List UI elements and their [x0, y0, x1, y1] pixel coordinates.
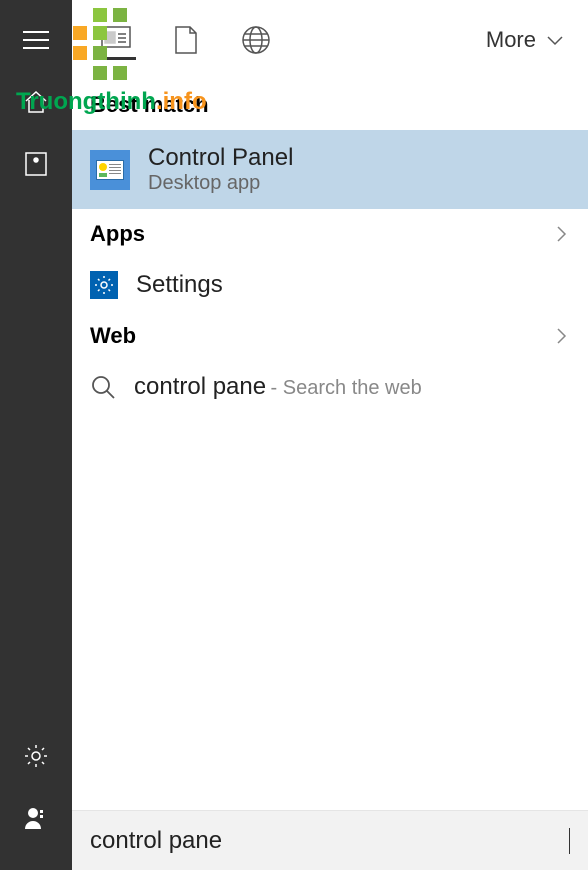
chevron-down-icon: [546, 31, 564, 49]
web-header-label: Web: [90, 323, 136, 349]
apps-header-label: Apps: [90, 221, 145, 247]
user-icon[interactable]: [16, 798, 56, 838]
best-match-result[interactable]: Control Panel Desktop app: [72, 130, 588, 209]
filter-more-label: More: [486, 27, 536, 53]
best-match-header-label: Best match: [90, 92, 209, 118]
web-header[interactable]: Web: [72, 311, 588, 361]
chevron-right-icon: [552, 225, 570, 243]
start-rail: [0, 0, 72, 870]
gear-icon[interactable]: [16, 736, 56, 776]
web-suffix-text: - Search the web: [271, 377, 422, 399]
text-cursor: [569, 828, 570, 854]
filter-documents-icon[interactable]: [166, 20, 206, 60]
search-panel: More Best match Control Panel Desktop ap…: [72, 0, 588, 870]
search-icon: [90, 374, 116, 400]
web-search-result[interactable]: control pane - Search the web: [72, 361, 588, 413]
search-box[interactable]: control pane: [72, 810, 588, 870]
filter-row: More: [72, 0, 588, 80]
result-title: Control Panel: [148, 144, 293, 172]
apps-result-label: Settings: [136, 271, 223, 299]
control-panel-icon: [90, 150, 130, 190]
best-match-header: Best match: [72, 80, 588, 130]
chevron-right-icon: [552, 327, 570, 345]
web-query-text: control pane: [134, 373, 266, 400]
apps-header[interactable]: Apps: [72, 209, 588, 259]
timeline-icon[interactable]: [16, 144, 56, 184]
result-subtitle: Desktop app: [148, 172, 293, 195]
hamburger-icon[interactable]: [16, 20, 56, 60]
filter-web-icon[interactable]: [236, 20, 276, 60]
search-input[interactable]: control pane: [90, 827, 568, 855]
apps-result-settings[interactable]: Settings: [72, 259, 588, 311]
filter-apps-icon[interactable]: [96, 20, 136, 60]
settings-app-icon: [90, 271, 118, 299]
filter-more[interactable]: More: [486, 27, 564, 53]
home-icon[interactable]: [16, 82, 56, 122]
